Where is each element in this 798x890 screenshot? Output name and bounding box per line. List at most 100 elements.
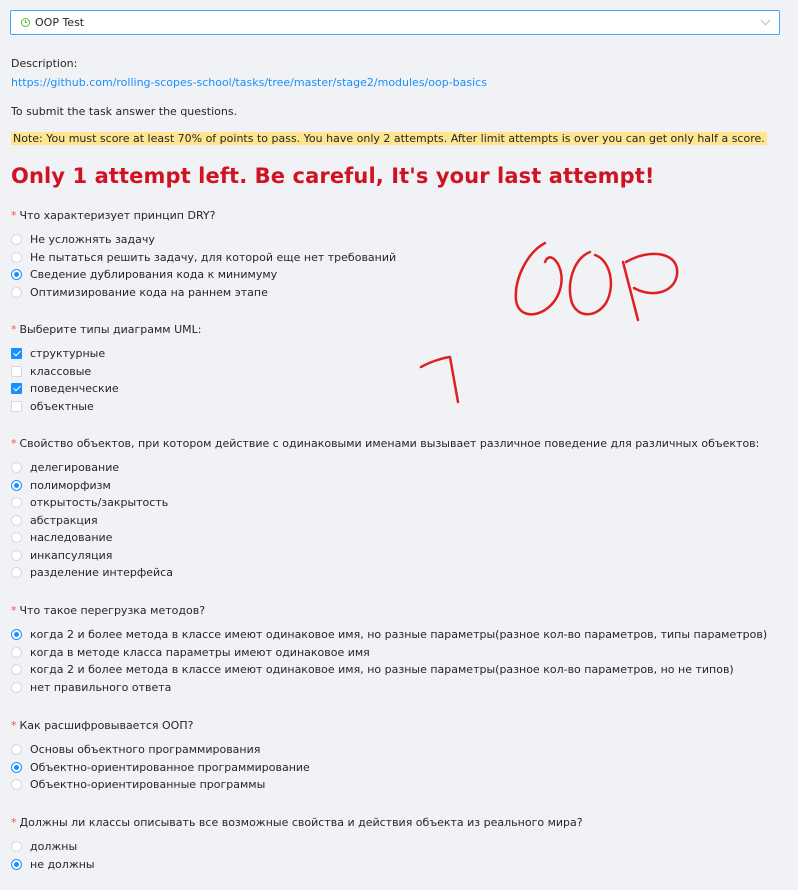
question-5: * Как расшифровывается ООП? Основы объект… [11,717,310,794]
option-label: разделение интерфейса [30,566,173,580]
option[interactable]: объектные [11,398,201,416]
chevron-down-icon[interactable] [760,15,771,26]
options-group: структурные классовые поведенческие объе… [11,345,201,415]
test-select[interactable]: OOP Test [10,10,780,35]
radio-button[interactable] [11,532,22,544]
radio-button[interactable] [11,664,22,676]
option[interactable]: структурные [11,345,201,363]
radio-button[interactable] [11,497,22,509]
description-label: Description: [11,57,78,70]
radio-button[interactable] [11,286,22,298]
question-title: * Что такое перегрузка методов? [11,604,206,617]
option[interactable]: когда в методе класса параметры имеют од… [11,644,767,662]
option[interactable]: разделение интерфейса [11,564,759,582]
radio-button[interactable] [11,234,22,246]
option[interactable]: наследование [11,529,759,547]
option-label: наследование [30,531,113,545]
option-label: не должны [30,857,95,871]
note-banner: Note: You must score at least 70% of poi… [11,132,767,145]
radio-button[interactable] [11,269,22,281]
option[interactable]: когда 2 и более метода в классе имеют од… [11,661,767,679]
required-mark: * [11,719,17,732]
option-label: Объектно-ориентированное программировани… [30,760,310,774]
handwritten-letter-p [621,252,679,322]
question-4: * Что такое перегрузка методов? когда 2 и… [11,602,767,696]
required-mark: * [11,816,17,829]
radio-button[interactable] [11,514,22,526]
checkbox[interactable] [11,348,22,360]
option[interactable]: полиморфизм [11,477,759,495]
radio-button[interactable] [11,549,22,561]
option[interactable]: делегирование [11,459,759,477]
radio-button[interactable] [11,858,22,870]
checkbox[interactable] [11,365,22,377]
option-label: Основы объектного программирования [30,743,261,757]
radio-button[interactable] [11,646,22,658]
submit-instructions: To submit the task answer the questions. [11,105,238,118]
checkbox[interactable] [11,400,22,412]
radio-button[interactable] [11,744,22,756]
option-label: Не усложнять задачу [30,233,155,247]
option-label: Объектно-ориентированные программы [30,778,266,792]
required-mark: * [11,209,17,222]
option-label: Не пытаться решить задачу, для которой е… [30,250,397,264]
option[interactable]: Не пытаться решить задачу, для которой е… [11,249,396,267]
radio-button[interactable] [11,479,22,491]
handwritten-letter-o [514,241,563,316]
option-label: структурные [30,347,106,361]
option-label: когда 2 и более метода в классе имеют од… [30,663,734,677]
option[interactable]: Объектно-ориентированные программы [11,776,310,794]
option-label: абстракция [30,513,98,527]
test-select-value: OOP Test [35,16,85,29]
options-group: Основы объектного программирования Объек… [11,741,310,794]
required-mark: * [11,604,17,617]
option[interactable]: Основы объектного программирования [11,741,310,759]
option[interactable]: инкапсуляция [11,547,759,565]
question-3: * Свойство объектов, при котором действие… [11,435,759,582]
radio-button[interactable] [11,681,22,693]
options-group: делегирование полиморфизм открытость/зак… [11,459,759,582]
option[interactable]: классовые [11,363,201,381]
question-6: * Должны ли классы описывать все возможны… [11,814,583,873]
required-mark: * [11,437,17,450]
option-label: когда в методе класса параметры имеют од… [30,645,370,659]
option[interactable]: нет правильного ответа [11,679,767,697]
option-label: делегирование [30,461,120,475]
question-title: * Что характеризует принцип DRY? [11,209,216,222]
radio-button[interactable] [11,251,22,263]
option[interactable]: не должны [11,856,583,874]
option-label: поведенческие [30,382,119,396]
radio-button[interactable] [11,841,22,853]
radio-button[interactable] [11,779,22,791]
options-group: должны не должны [11,838,583,873]
question-title: * Как расшифровывается ООП? [11,719,194,732]
option[interactable]: поведенческие [11,380,201,398]
option[interactable]: Сведение дублирования кода к минимуму [11,266,396,284]
question-1: * Что характеризует принцип DRY? Не услож… [11,207,396,301]
radio-button[interactable] [11,462,22,474]
option-label: инкапсуляция [30,548,113,562]
option[interactable]: должны [11,838,583,856]
radio-button[interactable] [11,567,22,579]
question-title: * Должны ли классы описывать все возможны… [11,816,583,829]
option-label: полиморфизм [30,478,111,492]
option[interactable]: абстракция [11,512,759,530]
option-label: должны [30,840,78,854]
checkbox[interactable] [11,383,22,395]
question-2: * Выберите типы диаграмм UML: структурные… [11,321,201,415]
option[interactable]: открытость/закрытость [11,494,759,512]
description-link[interactable]: https://github.com/rolling-scopes-school… [11,76,487,89]
question-title: * Выберите типы диаграмм UML: [11,323,202,336]
option-label: открытость/закрытость [30,496,169,510]
radio-button[interactable] [11,761,22,773]
option[interactable]: Не усложнять задачу [11,231,396,249]
option[interactable]: Объектно-ориентированное программировани… [11,759,310,777]
option-label: Оптимизирование кода на раннем этапе [30,285,268,299]
option[interactable]: Оптимизирование кода на раннем этапе [11,284,396,302]
option[interactable]: когда 2 и более метода в классе имеют од… [11,626,767,644]
option-label: классовые [30,364,92,378]
required-mark: * [11,323,17,336]
radio-button[interactable] [11,629,22,641]
option-label: Сведение дублирования кода к минимуму [30,268,278,282]
option-label: объектные [30,399,94,413]
